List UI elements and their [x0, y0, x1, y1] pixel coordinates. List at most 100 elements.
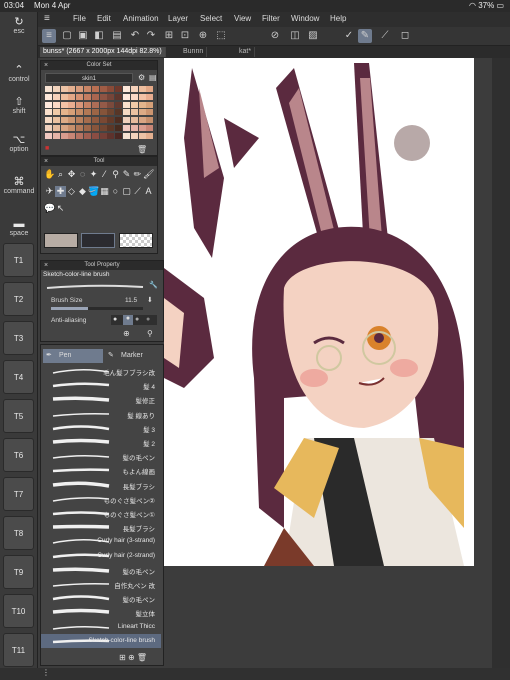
brush-item[interactable]: 髪修正	[41, 392, 161, 406]
color-swatch[interactable]	[45, 109, 52, 116]
brush-item[interactable]: 髪の毛ペン	[41, 591, 161, 605]
color-swatch[interactable]	[52, 132, 60, 139]
tab-pen[interactable]: ✒ Pen	[43, 349, 103, 363]
zoom-icon[interactable]: ⌕	[55, 169, 66, 180]
color-swatch[interactable]	[123, 125, 130, 131]
color-swatch[interactable]	[99, 125, 107, 131]
shape-icon[interactable]: ○	[110, 186, 121, 197]
color-swatch[interactable]	[138, 117, 146, 124]
brush-item[interactable]: 髪 3	[41, 421, 161, 435]
color-swatch[interactable]	[45, 125, 52, 131]
modifier-shift[interactable]: ⇧ shift	[0, 96, 38, 115]
select-icon[interactable]: ⬚	[214, 29, 228, 43]
decoration-icon[interactable]: ✚	[55, 186, 66, 197]
color-swatch[interactable]	[45, 117, 52, 124]
color-swatch[interactable]	[60, 101, 68, 108]
tool-key-t5[interactable]: T5	[3, 399, 34, 433]
pen-icon[interactable]: ✎	[358, 29, 372, 43]
transform-icon[interactable]: ⊡	[178, 29, 192, 43]
color-swatch[interactable]	[115, 93, 123, 100]
search-icon[interactable]: ⚲	[147, 329, 153, 338]
color-swatch[interactable]	[60, 125, 68, 131]
airbrush-icon[interactable]: ✈	[44, 186, 55, 197]
trash-icon[interactable]: 🗑	[137, 653, 147, 662]
brush-item[interactable]: ものぐさ髪ペン①	[41, 506, 161, 520]
brush-item[interactable]: 髪立体	[41, 605, 161, 619]
color-swatch[interactable]	[52, 117, 60, 124]
color-swatch[interactable]	[130, 101, 138, 108]
brush-item[interactable]: 髪 線あり	[41, 407, 161, 421]
color-swatch[interactable]	[99, 101, 107, 108]
eyedropper-icon[interactable]: ⁄	[99, 169, 110, 180]
color-swatch[interactable]	[123, 93, 130, 100]
fill-icon[interactable]: ⊕	[196, 29, 210, 43]
color-swatch[interactable]	[115, 86, 123, 92]
tab-kat[interactable]: kat*	[236, 47, 256, 57]
color-swatch[interactable]	[84, 101, 91, 108]
tool-key-t2[interactable]: T2	[3, 282, 34, 316]
download-icon[interactable]: ⊕	[123, 329, 130, 338]
aa-strong-icon[interactable]: ●	[146, 316, 150, 323]
canvas-scrollbar[interactable]	[492, 58, 510, 680]
color-swatch[interactable]	[52, 93, 60, 100]
hamburger-icon[interactable]: ≡	[44, 13, 50, 24]
brush-item[interactable]: 髪 2	[41, 435, 161, 449]
menu-animation[interactable]: Animation	[123, 14, 159, 23]
color-swatch[interactable]	[130, 93, 138, 100]
brush-size-slider[interactable]	[51, 307, 143, 310]
color-swatch[interactable]	[115, 132, 123, 139]
brush-item[interactable]: 髪の毛ペン	[41, 449, 161, 463]
trash-icon[interactable]: 🗑	[137, 145, 147, 154]
color-swatch[interactable]	[130, 125, 138, 131]
color-swatch[interactable]	[91, 86, 99, 92]
brush-item[interactable]: Lineart Thicc	[41, 620, 161, 634]
color-swatch[interactable]	[68, 117, 76, 124]
color-swatch[interactable]	[123, 117, 130, 124]
wrench-icon[interactable]: 🔧	[149, 281, 158, 289]
color-swatch[interactable]	[146, 101, 154, 108]
tool-key-t10[interactable]: T10	[3, 594, 34, 628]
color-swatch[interactable]	[107, 93, 115, 100]
modifier-space[interactable]: ▬ space	[0, 218, 38, 237]
color-swatch[interactable]	[68, 132, 76, 139]
close-icon[interactable]: ×	[44, 261, 48, 270]
modifier-option[interactable]: ⌥ option	[0, 134, 38, 153]
color-set-menu-icon[interactable]: ▤	[149, 73, 157, 82]
color-swatch[interactable]	[146, 86, 154, 92]
brush-size-value[interactable]: 11.5	[125, 297, 137, 304]
color-swatch[interactable]	[91, 125, 99, 131]
brush-item[interactable]: 髪 4	[41, 378, 161, 392]
menu-help[interactable]: Help	[330, 14, 346, 23]
deselect-icon[interactable]: ⊘	[268, 29, 282, 43]
color-icon[interactable]: ◧	[92, 29, 106, 43]
color-swatch[interactable]	[45, 132, 52, 139]
check-icon[interactable]: ✓	[342, 29, 356, 43]
redo-icon[interactable]: ↷	[144, 29, 158, 43]
modifier-control[interactable]: ⌃ control	[0, 64, 38, 83]
fill-tool-icon[interactable]: 🪣	[88, 186, 99, 197]
color-swatch[interactable]	[146, 125, 154, 131]
color-swatch[interactable]	[76, 101, 84, 108]
color-swatch[interactable]	[84, 93, 91, 100]
color-swatch[interactable]	[99, 86, 107, 92]
color-swatch[interactable]	[84, 86, 91, 92]
color-swatch[interactable]	[45, 101, 52, 108]
drawing-canvas[interactable]	[164, 58, 474, 566]
clear-icon[interactable]: ⊞	[162, 29, 176, 43]
tab-bunss[interactable]: bunss* (2667 x 2000px 144dpi 82.8%)	[40, 47, 166, 57]
correct-line-icon[interactable]: ↖	[55, 203, 66, 214]
tool-key-t8[interactable]: T8	[3, 516, 34, 550]
color-swatch[interactable]	[107, 109, 115, 116]
layer-icon[interactable]: ▤	[110, 29, 124, 43]
move-icon[interactable]: ✥	[66, 169, 77, 180]
modifier-command[interactable]: ⌘ command	[0, 176, 38, 195]
menu-layer[interactable]: Layer	[168, 14, 188, 23]
brush-icon[interactable]: 🖌	[143, 169, 154, 180]
color-swatch[interactable]	[84, 117, 91, 124]
color-swatch[interactable]	[91, 132, 99, 139]
undo-icon[interactable]: ↶	[128, 29, 142, 43]
color-swatch[interactable]	[68, 93, 76, 100]
color-swatch[interactable]	[84, 132, 91, 139]
color-swatch[interactable]	[45, 93, 52, 100]
new-subtool-icon[interactable]: ⊕	[128, 653, 135, 662]
